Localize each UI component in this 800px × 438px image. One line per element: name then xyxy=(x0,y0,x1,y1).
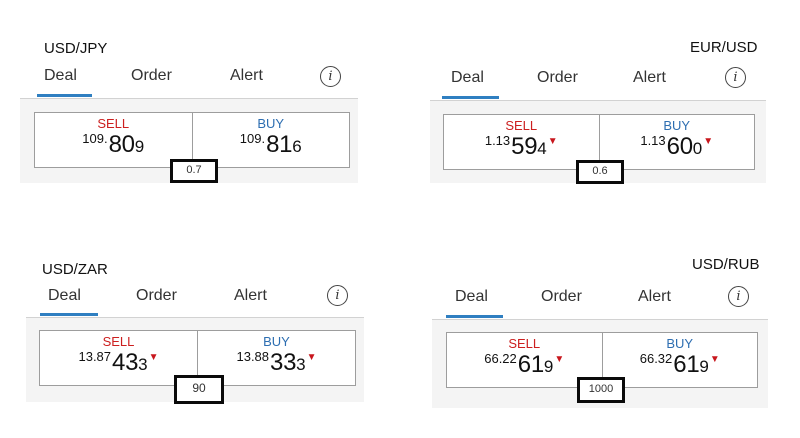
tab-order[interactable]: Order xyxy=(131,67,172,85)
price-pip-digit: 3 xyxy=(296,355,306,374)
price-pip-digit: 3 xyxy=(138,355,148,374)
down-triangle-icon: ▼ xyxy=(306,352,317,363)
tab-deal[interactable]: Deal xyxy=(455,288,488,306)
buy-label: BUY xyxy=(263,334,290,349)
price-prefix: 66.22 xyxy=(484,351,517,366)
sell-price: 109.809 xyxy=(35,131,192,159)
price-pip-digit: 9 xyxy=(699,357,709,376)
sell-button[interactable]: SELL 109.809 xyxy=(35,113,192,167)
down-triangle-icon: ▼ xyxy=(148,352,159,363)
info-icon[interactable]: i xyxy=(320,66,341,87)
tab-order[interactable]: Order xyxy=(541,288,582,306)
sell-label: SELL xyxy=(505,118,538,133)
tab-alert[interactable]: Alert xyxy=(633,69,666,87)
tab-order[interactable]: Order xyxy=(537,69,578,87)
usdrub-widget: USD/RUB Deal Order Alert i SELL 66.22619… xyxy=(400,240,800,438)
active-tab-underline xyxy=(446,315,503,318)
currency-pair-label: USD/RUB xyxy=(692,256,760,273)
eurusd-widget: EUR/USD Deal Order Alert i SELL 1.13594▼… xyxy=(400,0,800,200)
spread-indicator: 1000 xyxy=(577,377,625,403)
tab-deal[interactable]: Deal xyxy=(48,287,81,305)
price-main-digits: 60 xyxy=(666,133,693,160)
buy-price: 66.32619▼ xyxy=(603,351,758,379)
active-tab-underline xyxy=(37,94,92,97)
spread-indicator: 90 xyxy=(174,375,224,404)
price-main-digits: 61 xyxy=(673,351,700,378)
buy-price: 13.88333▼ xyxy=(198,349,355,377)
price-prefix: 109. xyxy=(82,131,108,146)
info-icon[interactable]: i xyxy=(728,286,749,307)
price-main-digits: 81 xyxy=(266,131,293,158)
sell-price: 1.13594▼ xyxy=(444,133,599,161)
price-prefix: 109. xyxy=(239,131,266,146)
price-pip-digit: 9 xyxy=(543,357,554,376)
price-pip-digit: 6 xyxy=(292,137,302,156)
currency-pair-label: USD/JPY xyxy=(44,40,108,57)
currency-pair-label: USD/ZAR xyxy=(42,261,108,278)
buy-price: 109.816 xyxy=(193,131,350,159)
down-triangle-icon: ▼ xyxy=(703,136,714,147)
tab-alert[interactable]: Alert xyxy=(230,67,263,85)
buy-label: BUY xyxy=(666,336,694,351)
tab-alert[interactable]: Alert xyxy=(234,287,267,305)
currency-pair-label: EUR/USD xyxy=(690,39,758,56)
tab-alert[interactable]: Alert xyxy=(638,288,671,306)
buy-label: BUY xyxy=(257,116,285,131)
buy-label: BUY xyxy=(663,118,691,133)
sell-price: 66.22619▼ xyxy=(447,351,602,379)
price-main-digits: 80 xyxy=(108,131,135,158)
price-main-digits: 43 xyxy=(112,349,139,376)
price-pip-digit: 4 xyxy=(537,139,547,158)
spread-indicator: 0.6 xyxy=(576,160,624,184)
price-prefix: 1.13 xyxy=(484,133,511,148)
sell-label: SELL xyxy=(102,334,135,349)
price-prefix: 13.87 xyxy=(78,349,112,364)
price-main-digits: 61 xyxy=(517,351,544,378)
tab-deal[interactable]: Deal xyxy=(451,69,484,87)
sell-price: 13.87433▼ xyxy=(40,349,197,377)
price-main-digits: 33 xyxy=(270,349,297,376)
info-icon[interactable]: i xyxy=(725,67,746,88)
tab-order[interactable]: Order xyxy=(136,287,177,305)
buy-price: 1.13600▼ xyxy=(600,133,755,161)
price-main-digits: 59 xyxy=(511,133,538,160)
active-tab-underline xyxy=(442,96,499,99)
price-prefix: 13.88 xyxy=(236,349,270,364)
sell-label: SELL xyxy=(97,116,130,131)
price-pip-digit: 0 xyxy=(692,139,703,158)
price-prefix: 1.13 xyxy=(640,133,666,148)
usdzar-widget: USD/ZAR Deal Order Alert i SELL 13.87433… xyxy=(0,240,400,438)
price-pip-digit: 9 xyxy=(134,137,145,156)
active-tab-underline xyxy=(40,313,98,316)
sell-label: SELL xyxy=(508,336,541,351)
info-icon[interactable]: i xyxy=(327,285,348,306)
down-triangle-icon: ▼ xyxy=(547,136,558,147)
down-triangle-icon: ▼ xyxy=(554,354,565,365)
usdjpy-widget: USD/JPY Deal Order Alert i SELL 109.809 … xyxy=(0,0,400,200)
price-prefix: 66.32 xyxy=(639,351,673,366)
down-triangle-icon: ▼ xyxy=(709,354,720,365)
spread-indicator: 0.7 xyxy=(170,159,218,183)
tab-deal[interactable]: Deal xyxy=(44,67,77,85)
